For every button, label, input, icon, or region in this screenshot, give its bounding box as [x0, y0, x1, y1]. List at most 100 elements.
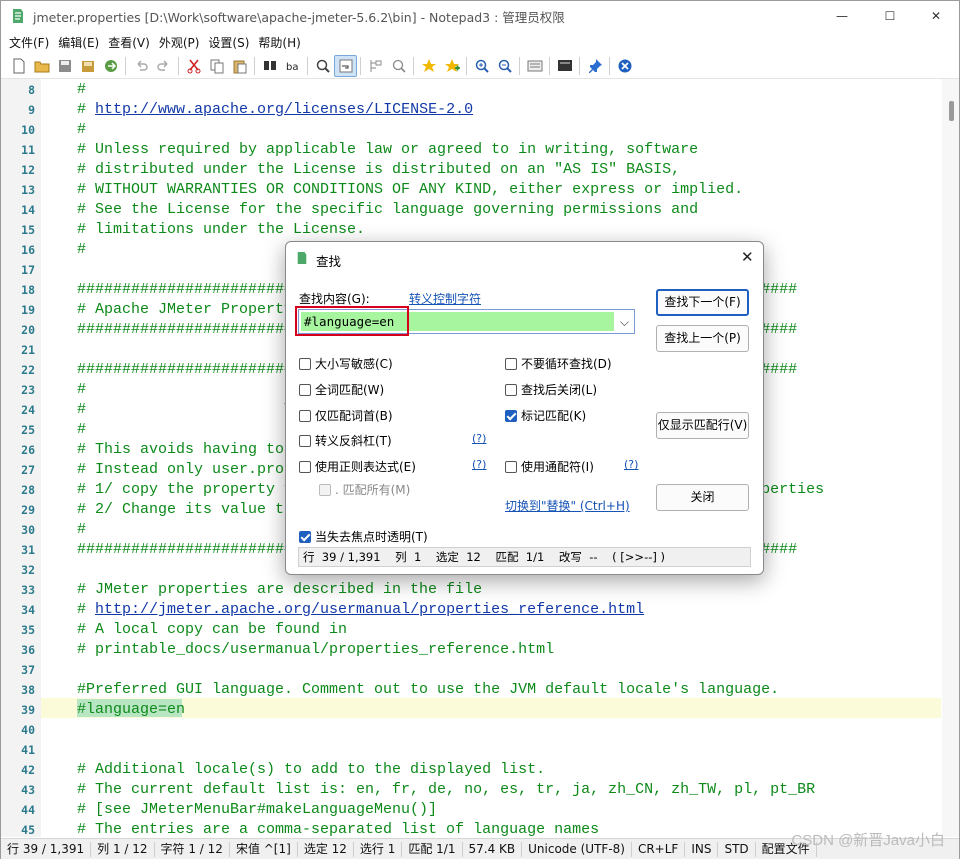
- menu-view[interactable]: 查看(V): [106, 34, 157, 51]
- reload-icon[interactable]: [99, 55, 122, 77]
- replace-icon[interactable]: ba: [281, 55, 304, 77]
- checkbox[interactable]: [299, 460, 311, 473]
- code-text: #: [77, 241, 87, 258]
- close-window-button[interactable]: ✕: [913, 1, 959, 31]
- checkbox[interactable]: [299, 383, 311, 396]
- exit-icon[interactable]: [613, 55, 636, 77]
- open-folder-icon[interactable]: [30, 55, 53, 77]
- option-regex[interactable]: 使用正则表达式(E): [299, 458, 416, 475]
- dialog-close-icon[interactable]: ✕: [741, 248, 754, 266]
- checkbox[interactable]: [299, 434, 311, 447]
- line-number: 22: [21, 363, 35, 377]
- option-wildcards[interactable]: 使用通配符(I): [505, 458, 594, 475]
- option-mark-matches[interactable]: 标记匹配(K): [505, 407, 586, 424]
- checkbox[interactable]: [299, 357, 311, 370]
- annotation-red-box: [295, 306, 409, 336]
- save-as-icon[interactable]: [76, 55, 99, 77]
- status-segment[interactable]: 匹配 1/1: [402, 841, 463, 857]
- menu-edit[interactable]: 编辑(E): [56, 34, 106, 51]
- checkbox[interactable]: [505, 460, 517, 473]
- option-match-case[interactable]: 大小写敏感(C): [299, 355, 393, 372]
- zoom-out-icon[interactable]: [493, 55, 516, 77]
- cut-icon[interactable]: [182, 55, 205, 77]
- undo-icon[interactable]: [129, 55, 152, 77]
- chevron-down-icon[interactable]: ⌵: [620, 315, 629, 330]
- find-prev-button[interactable]: 查找上一个(P): [656, 325, 749, 352]
- help-backslash-link[interactable]: (?): [472, 432, 486, 445]
- find-icon[interactable]: [258, 55, 281, 77]
- fold-icon[interactable]: [364, 55, 387, 77]
- zoom-search-icon[interactable]: [387, 55, 410, 77]
- vertical-scrollbar[interactable]: [942, 79, 959, 837]
- close-button[interactable]: 关闭: [656, 484, 749, 511]
- escape-control-chars-link[interactable]: 转义控制字符: [409, 290, 481, 307]
- help-wildcard-link[interactable]: (?): [624, 458, 638, 471]
- dialog-app-icon: [297, 252, 307, 264]
- show-matching-lines-button[interactable]: 仅显示匹配行(V): [656, 412, 749, 439]
- line-number: 33: [21, 583, 35, 597]
- fullscreen-icon[interactable]: [553, 55, 576, 77]
- checkbox[interactable]: [299, 409, 311, 422]
- code-text: #: [77, 101, 96, 118]
- checkbox[interactable]: [505, 383, 517, 396]
- schema-icon[interactable]: [523, 55, 546, 77]
- scrollbar-thumb[interactable]: [949, 101, 954, 121]
- checkbox-checked[interactable]: [505, 409, 517, 422]
- status-segment[interactable]: CR+LF: [632, 841, 686, 857]
- title-bar[interactable]: jmeter.properties [D:\Work\software\apac…: [1, 1, 959, 31]
- line-number: 24: [21, 403, 35, 417]
- pin-icon[interactable]: [583, 55, 606, 77]
- status-segment[interactable]: Unicode (UTF-8): [522, 841, 632, 857]
- search-icon[interactable]: [311, 55, 334, 77]
- status-segment[interactable]: 宋值 ^[1]: [230, 841, 298, 857]
- code-url-link[interactable]: http://www.apache.org/licenses/LICENSE-2…: [95, 101, 473, 118]
- option-no-wrap[interactable]: 不要循环查找(D): [505, 355, 612, 372]
- app-icon: [13, 9, 23, 23]
- line-number: 32: [21, 563, 35, 577]
- option-word-start[interactable]: 仅匹配词首(B): [299, 407, 393, 424]
- code-url-link[interactable]: http://jmeter.apache.org/usermanual/prop…: [95, 601, 644, 618]
- line-number: 44: [21, 803, 35, 817]
- zoom-in-icon[interactable]: [470, 55, 493, 77]
- option-label: 仅匹配词首(B): [315, 409, 393, 423]
- checkbox[interactable]: [505, 357, 517, 370]
- new-file-icon[interactable]: [7, 55, 30, 77]
- save-icon[interactable]: [53, 55, 76, 77]
- menu-settings[interactable]: 设置(S): [206, 34, 256, 51]
- line-number: 36: [21, 643, 35, 657]
- maximize-button[interactable]: ☐: [867, 1, 913, 31]
- status-segment[interactable]: 行 39 / 1,391: [1, 841, 92, 857]
- menu-help[interactable]: 帮助(H): [256, 34, 307, 51]
- minimize-button[interactable]: —: [819, 1, 865, 31]
- code-line: #: [77, 380, 86, 400]
- status-segment[interactable]: STD: [718, 841, 756, 857]
- checkbox-checked[interactable]: [299, 530, 311, 543]
- add-favorite-icon[interactable]: [440, 55, 463, 77]
- option-close-after-find[interactable]: 查找后关闭(L): [505, 381, 597, 398]
- word-wrap-icon[interactable]: [334, 54, 357, 77]
- status-segment[interactable]: 列 1 / 12: [91, 841, 155, 857]
- option-whole-word[interactable]: 全词匹配(W): [299, 381, 384, 398]
- favorite-icon[interactable]: [417, 55, 440, 77]
- checkbox[interactable]: [319, 483, 331, 496]
- redo-icon[interactable]: [152, 55, 175, 77]
- paste-icon[interactable]: [228, 55, 251, 77]
- status-segment[interactable]: 选行 1: [354, 841, 403, 857]
- switch-to-replace-link[interactable]: 切换到"替换" (Ctrl+H): [505, 497, 630, 514]
- option-dot-matches-all[interactable]: . 匹配所有(M): [319, 481, 410, 498]
- code-text: # The entries are a comma-separated list…: [77, 821, 600, 837]
- option-escape-backslash[interactable]: 转义反斜杠(T): [299, 432, 392, 449]
- status-segment[interactable]: 字符 1 / 12: [155, 841, 230, 857]
- status-segment[interactable]: 选定 12: [298, 841, 354, 857]
- option-transparent[interactable]: 当失去焦点时透明(T): [299, 528, 428, 545]
- code-text: # 2/ Change its value there: [77, 501, 321, 518]
- help-regex-link[interactable]: (?): [472, 458, 486, 471]
- status-segment[interactable]: INS: [685, 841, 719, 857]
- find-next-button[interactable]: 查找下一个(F): [656, 289, 749, 316]
- svg-text:ba: ba: [286, 62, 298, 73]
- menu-file[interactable]: 文件(F): [7, 34, 56, 51]
- find-dialog: 查找 ✕ 查找内容(G): 转义控制字符 #language=en ⌵ 大小写敏…: [285, 241, 764, 575]
- copy-icon[interactable]: [205, 55, 228, 77]
- status-segment[interactable]: 57.4 KB: [463, 841, 523, 857]
- menu-appearance[interactable]: 外观(P): [157, 34, 207, 51]
